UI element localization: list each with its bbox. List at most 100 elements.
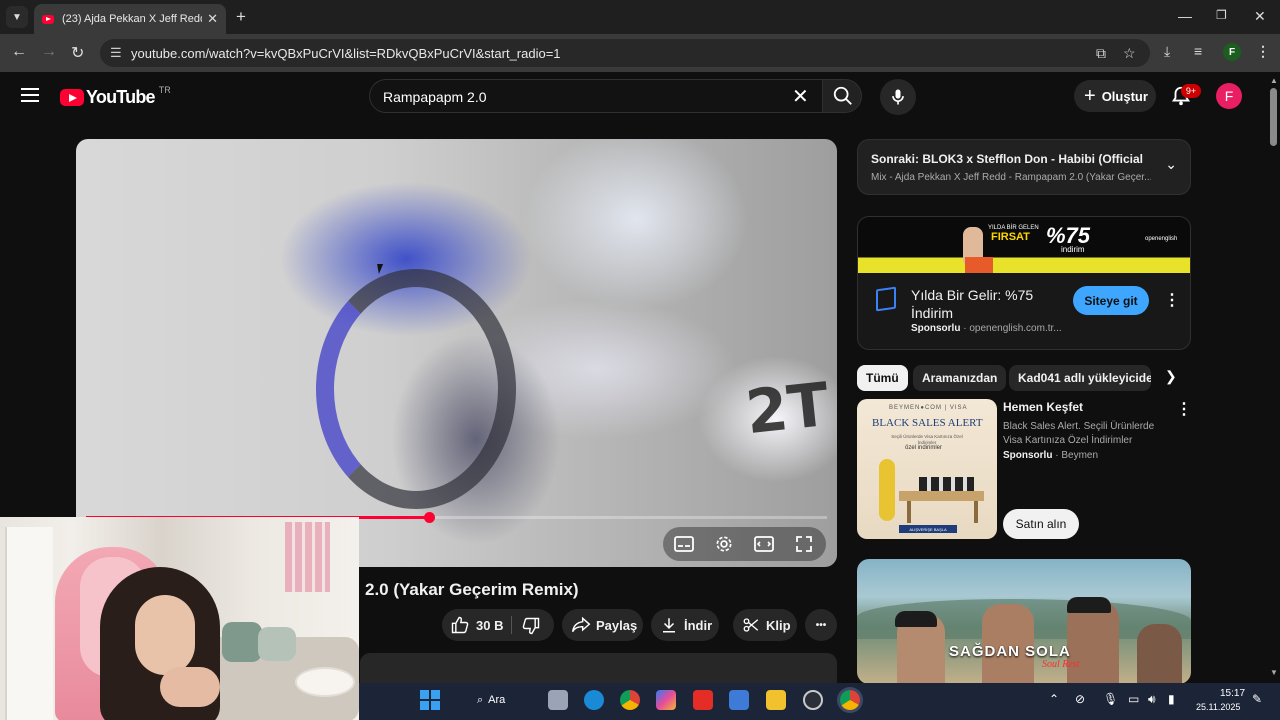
search-input[interactable]: Rampapapm 2.0 bbox=[369, 79, 822, 113]
scroll-down-arrow-icon[interactable]: ▼ bbox=[1270, 668, 1278, 677]
microsoft-store-icon[interactable] bbox=[729, 690, 749, 710]
page-scrollbar[interactable] bbox=[1268, 72, 1280, 683]
ad-title[interactable]: Yılda Bir Gelir: %75 İndirim bbox=[911, 286, 1061, 322]
dislike-button[interactable] bbox=[521, 616, 541, 639]
notifications-center-icon[interactable]: ✎ bbox=[1252, 692, 1262, 706]
ad2-thumb-brand: BEYMEN●COM | VISA bbox=[889, 405, 968, 411]
file-explorer-icon[interactable] bbox=[766, 690, 786, 710]
microphone-icon bbox=[892, 89, 904, 105]
browser-menu-kebab-icon[interactable]: ⋮ bbox=[1256, 43, 1270, 60]
create-button[interactable]: + Oluştur bbox=[1074, 80, 1156, 112]
youtube-logo[interactable]: YouTube TR bbox=[60, 85, 171, 108]
webcam-table bbox=[295, 667, 355, 697]
volume-icon[interactable]: 🔊︎ bbox=[1148, 692, 1156, 707]
thumb-subtitle-text: Soul Rest bbox=[1042, 659, 1080, 670]
subtitles-button[interactable] bbox=[664, 530, 704, 558]
ad-banner-brand: openenglish bbox=[1145, 236, 1178, 242]
mix-subtitle: Mix - Ajda Pekkan X Jeff Redd - Rampapam… bbox=[871, 172, 1151, 183]
video-scrubber-handle[interactable] bbox=[424, 512, 435, 523]
ad2-thumb-title: BLACK SALES ALERT bbox=[872, 417, 983, 429]
sponsored-ad-card[interactable]: YILDA BİR GELEN FIRSAT %75 indirim opene… bbox=[857, 216, 1191, 350]
back-arrow-icon[interactable]: ← bbox=[11, 43, 27, 61]
like-dislike-group: 30 B bbox=[442, 609, 554, 641]
more-actions-button[interactable]: ••• bbox=[805, 609, 837, 641]
chevron-down-icon[interactable]: ⌄ bbox=[1165, 156, 1177, 173]
bookmark-star-icon[interactable]: ☆ bbox=[1123, 45, 1136, 62]
url-text: youtube.com/watch?v=kvQBxPuCrVI&list=RDk… bbox=[131, 46, 561, 61]
address-bar[interactable]: ☰ youtube.com/watch?v=kvQBxPuCrVI&list=R… bbox=[100, 39, 1150, 67]
fullscreen-button[interactable] bbox=[784, 530, 824, 558]
obs-studio-icon[interactable] bbox=[803, 690, 823, 710]
download-label: İndir bbox=[684, 617, 713, 633]
visit-site-button[interactable]: Siteye git bbox=[1073, 286, 1149, 315]
thumb-person bbox=[1067, 601, 1119, 684]
filter-chip-from-search[interactable]: Aramanızdan bbox=[913, 365, 1007, 391]
voice-search-button[interactable] bbox=[880, 79, 916, 115]
settings-button[interactable] bbox=[704, 530, 744, 558]
thumb-cap bbox=[895, 611, 937, 627]
browser-tab-active[interactable]: (23) Ajda Pekkan X Jeff Redd - R ✕ bbox=[34, 4, 226, 34]
maximize-button[interactable]: ❐ bbox=[1216, 8, 1227, 22]
account-avatar[interactable]: F bbox=[1216, 83, 1242, 109]
task-view-icon[interactable] bbox=[548, 690, 568, 710]
beymen-ad-thumbnail[interactable]: BEYMEN●COM | VISA BLACK SALES ALERT Seçi… bbox=[857, 399, 997, 539]
taskbar-clock-date[interactable]: 25.11.2025 bbox=[1196, 702, 1240, 712]
scrollbar-thumb[interactable] bbox=[1270, 88, 1277, 146]
edge-browser-icon[interactable] bbox=[584, 690, 604, 710]
theater-mode-button[interactable] bbox=[744, 530, 784, 558]
microphone-tray-icon[interactable]: 🎙︎ bbox=[1103, 692, 1118, 706]
minimize-button[interactable]: — bbox=[1178, 8, 1192, 24]
copilot-icon[interactable] bbox=[656, 690, 676, 710]
tab-search-chevron-icon[interactable]: ▼ bbox=[6, 6, 28, 28]
new-tab-button[interactable]: + bbox=[236, 8, 246, 25]
filter-chip-all[interactable]: Tümü bbox=[857, 365, 908, 391]
scroll-up-arrow-icon[interactable]: ▲ bbox=[1270, 76, 1278, 85]
video-description-box[interactable] bbox=[360, 653, 837, 683]
filter-chip-uploader[interactable]: Kad041 adlı yükleyiciden bbox=[1009, 365, 1151, 391]
ad-domain: openenglish.com.tr... bbox=[969, 323, 1062, 334]
like-button[interactable] bbox=[450, 615, 470, 638]
tab-close-icon[interactable]: ✕ bbox=[207, 11, 218, 27]
site-info-icon[interactable]: ☰ bbox=[110, 45, 122, 61]
playlist-queue-panel[interactable]: Sonraki: BLOK3 x Stefflon Don - Habibi (… bbox=[857, 139, 1191, 195]
install-app-icon[interactable]: ⧉ bbox=[1096, 45, 1106, 62]
clip-button[interactable]: Klip bbox=[733, 609, 797, 641]
ad2-more-kebab-icon[interactable]: ⋮ bbox=[1176, 402, 1192, 418]
browser-profile-avatar[interactable]: F bbox=[1223, 43, 1241, 61]
download-button[interactable]: İndir bbox=[651, 609, 719, 641]
taskbar-clock-time[interactable]: 15:17 bbox=[1220, 688, 1245, 699]
forward-arrow-icon[interactable]: → bbox=[41, 43, 57, 61]
download-icon bbox=[663, 618, 675, 633]
downloads-icon[interactable]: ⤓ bbox=[1164, 43, 1170, 60]
wps-office-icon[interactable] bbox=[693, 690, 713, 710]
reload-icon[interactable]: ↻ bbox=[71, 43, 84, 63]
show-hidden-icons-chevron-icon[interactable]: ⌃ bbox=[1049, 692, 1059, 706]
ad2-advertiser: Beymen bbox=[1061, 450, 1099, 461]
recommended-video-thumbnail[interactable]: SAĞDAN SOLA Soul Rest bbox=[857, 559, 1191, 684]
chevron-right-icon[interactable]: ❯ bbox=[1165, 368, 1177, 385]
hamburger-menu-icon[interactable] bbox=[21, 88, 39, 102]
share-label: Paylaş bbox=[596, 617, 638, 633]
ad-banner-image[interactable]: YILDA BİR GELEN FIRSAT %75 indirim opene… bbox=[858, 217, 1190, 273]
chrome-profile-active-icon[interactable] bbox=[840, 690, 860, 710]
clear-search-icon[interactable]: ✕ bbox=[792, 84, 809, 109]
ad-more-kebab-icon[interactable]: ⋮ bbox=[1164, 293, 1180, 309]
taskbar-search[interactable]: ⌕ Ara bbox=[468, 690, 524, 710]
close-window-button[interactable]: ✕ bbox=[1254, 8, 1266, 25]
display-tray-icon[interactable]: ▭ bbox=[1128, 692, 1139, 706]
video-player[interactable]: 2T bbox=[76, 139, 837, 567]
windows-start-icon[interactable] bbox=[420, 690, 440, 710]
reading-list-icon[interactable]: ≡ bbox=[1194, 43, 1202, 59]
chrome-browser-icon[interactable] bbox=[620, 690, 640, 710]
webcam-person-face bbox=[135, 595, 195, 675]
network-status-icon[interactable]: ⊘ bbox=[1075, 692, 1085, 706]
buy-now-button[interactable]: Satın alın bbox=[1003, 509, 1079, 539]
ad2-description: Black Sales Alert. Seçili Ürünlerde Visa… bbox=[1003, 421, 1155, 446]
advertiser-logo-icon bbox=[876, 286, 896, 312]
webcam-door bbox=[5, 527, 53, 720]
webcam-person-hand bbox=[160, 667, 220, 707]
ad2-title[interactable]: Hemen Keşfet bbox=[1003, 400, 1083, 414]
share-button[interactable]: Paylaş bbox=[562, 609, 643, 641]
search-button[interactable] bbox=[822, 79, 862, 113]
battery-icon[interactable]: ▮ bbox=[1168, 692, 1175, 706]
